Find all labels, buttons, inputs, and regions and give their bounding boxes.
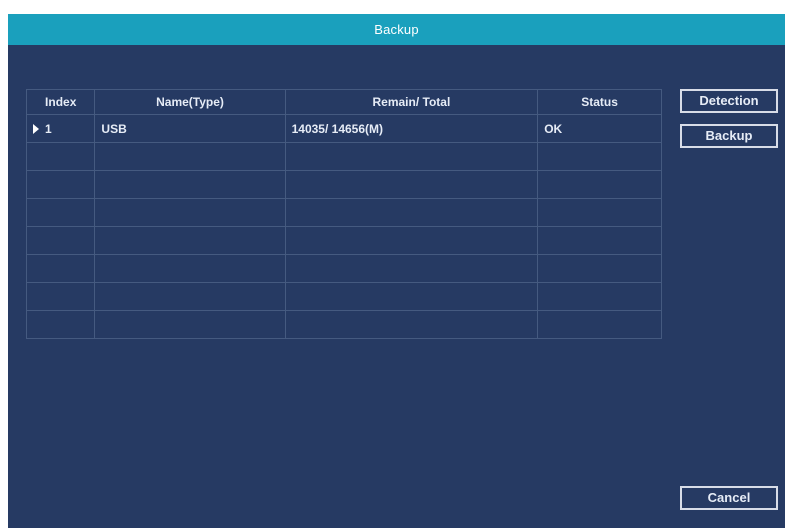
row-status-cell: OK — [537, 114, 662, 143]
row-index: 1 — [45, 121, 52, 136]
empty-cell — [25, 226, 96, 255]
column-header-remain-total: Remain/ Total — [284, 89, 539, 115]
empty-cell — [94, 198, 286, 227]
empty-cell — [25, 198, 96, 227]
empty-cell — [284, 310, 539, 339]
empty-cell — [284, 254, 539, 283]
dialog-title: Backup — [8, 14, 785, 45]
empty-cell — [25, 310, 96, 339]
row-remain-total-cell: 14035/ 14656(M) — [284, 114, 539, 143]
empty-cell — [284, 226, 539, 255]
backup-dialog: Backup Index Name(Type) Remain/ Total St… — [8, 14, 785, 528]
table-row[interactable] — [25, 170, 662, 199]
empty-cell — [537, 282, 662, 311]
column-header-index: Index — [25, 89, 96, 115]
table-header-row: Index Name(Type) Remain/ Total Status — [25, 89, 662, 115]
column-header-status: Status — [537, 89, 662, 115]
row-index-cell: 1 — [25, 114, 96, 143]
empty-cell — [537, 198, 662, 227]
table-row[interactable] — [25, 254, 662, 283]
empty-cell — [537, 310, 662, 339]
empty-cell — [94, 142, 286, 171]
row-name-cell: USB — [94, 114, 286, 143]
table-row[interactable]: 1 USB 14035/ 14656(M) OK — [25, 114, 662, 143]
empty-cell — [284, 170, 539, 199]
table-row[interactable] — [25, 198, 662, 227]
empty-cell — [94, 310, 286, 339]
table-row[interactable] — [25, 310, 662, 339]
table-row[interactable] — [25, 282, 662, 311]
empty-cell — [25, 254, 96, 283]
empty-cell — [284, 142, 539, 171]
empty-cell — [284, 198, 539, 227]
empty-cell — [537, 142, 662, 171]
empty-cell — [537, 170, 662, 199]
table-row[interactable] — [25, 142, 662, 171]
empty-cell — [25, 142, 96, 171]
empty-cell — [25, 170, 96, 199]
empty-cell — [284, 282, 539, 311]
empty-cell — [94, 282, 286, 311]
empty-cell — [94, 254, 286, 283]
empty-cell — [25, 282, 96, 311]
empty-cell — [537, 254, 662, 283]
play-arrow-icon — [33, 123, 39, 134]
backup-button[interactable]: Backup — [680, 124, 778, 148]
device-table: Index Name(Type) Remain/ Total Status 1 … — [25, 89, 662, 339]
column-header-name-type: Name(Type) — [94, 89, 286, 115]
cancel-button[interactable]: Cancel — [680, 486, 778, 510]
empty-cell — [537, 226, 662, 255]
empty-cell — [94, 170, 286, 199]
table-row[interactable] — [25, 226, 662, 255]
empty-cell — [94, 226, 286, 255]
detection-button[interactable]: Detection — [680, 89, 778, 113]
